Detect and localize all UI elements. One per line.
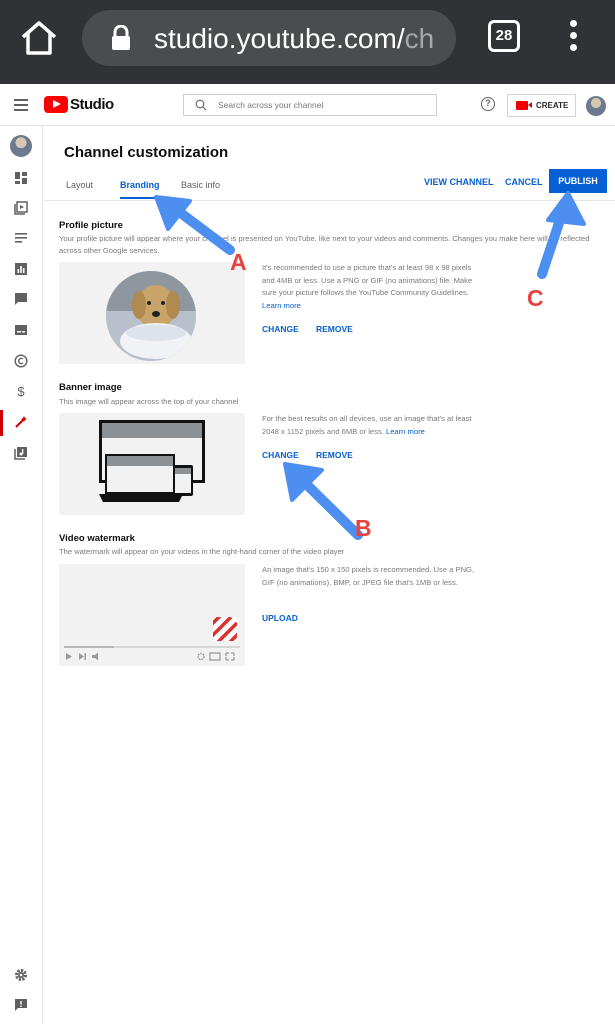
banner-change-button[interactable]: CHANGE (262, 450, 299, 460)
tab-branding[interactable]: Branding (120, 180, 160, 190)
annotation-arrow-a (154, 195, 235, 255)
profile-picture-description: Your profile picture will appear where y… (59, 234, 590, 255)
address-bar[interactable]: studio.youtube.com/ch (82, 10, 456, 66)
search-icon (195, 99, 207, 111)
create-button[interactable]: CREATE (507, 94, 576, 117)
left-nav: $ (0, 126, 43, 1024)
content-icon[interactable] (13, 201, 29, 217)
active-indicator (0, 410, 3, 436)
customization-icon[interactable] (13, 415, 29, 431)
create-label: CREATE (536, 101, 569, 110)
settings-icon[interactable] (13, 968, 29, 984)
studio-header: Studio ? CREATE (0, 84, 615, 126)
video-player-illustration (64, 617, 240, 661)
dashboard-icon[interactable] (13, 171, 29, 187)
help-icon[interactable]: ? (481, 97, 495, 111)
banner-image-preview (59, 413, 245, 515)
video-watermark-description: The watermark will appear on your videos… (59, 547, 345, 556)
banner-image-title: Banner image (59, 382, 122, 393)
view-channel-button[interactable]: VIEW CHANNEL (424, 177, 494, 187)
comments-icon[interactable] (13, 292, 29, 308)
annotation-label-a: A (230, 249, 247, 275)
profile-photo (106, 271, 196, 361)
profile-picture-info: It's recommended to use a picture that's… (262, 263, 473, 310)
lock-icon (112, 25, 130, 50)
banner-image-info: For the best results on all devices, use… (262, 414, 472, 436)
copyright-icon[interactable] (13, 354, 29, 370)
playlists-icon[interactable] (13, 231, 29, 247)
menu-icon[interactable] (14, 99, 28, 114)
search-box[interactable] (183, 94, 437, 116)
logo-text: Studio (70, 96, 114, 113)
feedback-icon[interactable] (13, 998, 29, 1014)
subtitles-icon[interactable] (13, 323, 29, 339)
account-avatar[interactable] (586, 96, 606, 116)
banner-learn-more-link[interactable]: Learn more (386, 427, 425, 436)
watermark-upload-button[interactable]: UPLOAD (262, 613, 298, 623)
browser-toolbar: studio.youtube.com/ch 28 (0, 0, 615, 84)
url-text: studio.youtube.com/ch (154, 23, 435, 54)
banner-image-description: This image will appear across the top of… (59, 397, 239, 406)
tab-basic-info[interactable]: Basic info (181, 180, 220, 190)
annotation-label-b: B (355, 515, 372, 541)
devices-illustration (99, 420, 205, 502)
youtube-play-icon (44, 96, 68, 113)
video-watermark-preview (59, 564, 245, 666)
video-watermark-info: An image that's 150 x 150 pixels is reco… (262, 565, 475, 587)
profile-change-button[interactable]: CHANGE (262, 324, 299, 334)
video-camera-icon (516, 101, 532, 110)
video-watermark-title: Video watermark (59, 533, 135, 544)
monetization-icon[interactable]: $ (13, 384, 29, 400)
analytics-icon[interactable] (13, 262, 29, 278)
annotation-arrow-c (537, 191, 586, 279)
browser-menu-icon[interactable] (566, 20, 580, 54)
studio-logo[interactable]: Studio (44, 96, 114, 113)
profile-picture-title: Profile picture (59, 220, 123, 231)
channel-avatar[interactable] (10, 135, 32, 157)
cancel-button[interactable]: CANCEL (505, 177, 543, 187)
banner-remove-button[interactable]: REMOVE (316, 450, 353, 460)
profile-picture-preview (59, 262, 245, 364)
home-icon[interactable] (20, 20, 58, 56)
page-title: Channel customization (64, 144, 229, 161)
profile-remove-button[interactable]: REMOVE (316, 324, 353, 334)
tab-layout[interactable]: Layout (66, 180, 93, 190)
profile-learn-more-link[interactable]: Learn more (262, 301, 301, 310)
tab-switcher-button[interactable]: 28 (488, 20, 520, 52)
annotation-label-c: C (527, 285, 544, 311)
audio-library-icon[interactable] (13, 446, 29, 462)
search-input[interactable] (218, 97, 428, 113)
